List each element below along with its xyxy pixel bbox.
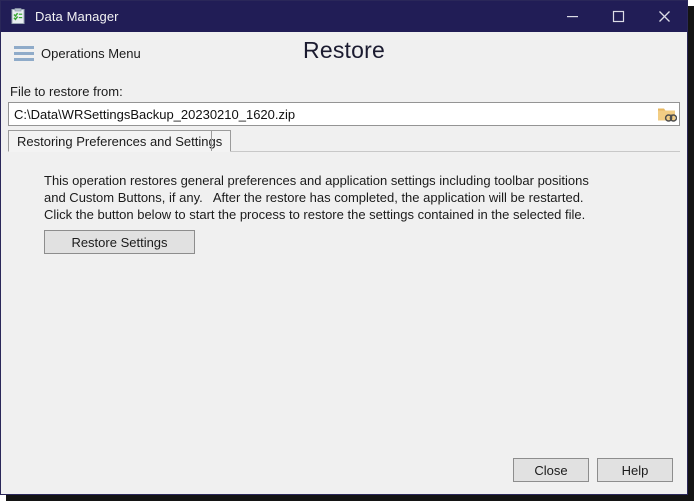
file-path-input[interactable]: [9, 103, 655, 125]
tab-restoring-preferences-and-settings[interactable]: Restoring Preferences and Settings: [8, 130, 232, 152]
minimize-button[interactable]: [549, 1, 595, 32]
panel-description: This operation restores general preferen…: [44, 173, 593, 222]
tab-strip: Restoring Preferences and Settings: [8, 130, 680, 152]
window-controls: [549, 1, 687, 32]
page-title: Restore: [303, 37, 385, 63]
clipboard-check-icon: [10, 8, 26, 25]
file-path-field-wrapper: [8, 102, 680, 126]
application-window: Data Manager Operations Menu Restore Fil…: [0, 0, 688, 495]
tab-panel: This operation restores general preferen…: [8, 152, 680, 438]
maximize-button[interactable]: [595, 1, 641, 32]
window-title: Data Manager: [35, 9, 119, 24]
close-dialog-button[interactable]: Close: [513, 458, 589, 482]
title-bar: Data Manager: [1, 1, 687, 32]
help-button[interactable]: Help: [597, 458, 673, 482]
file-to-restore-label: File to restore from:: [10, 84, 123, 99]
menu-row: Operations Menu Restore: [1, 32, 687, 74]
close-button[interactable]: [641, 1, 687, 32]
restore-settings-button[interactable]: Restore Settings: [44, 230, 195, 254]
tab-divider: [211, 131, 212, 151]
tab-label: Restoring Preferences and Settings: [17, 133, 223, 149]
folder-search-icon[interactable]: [655, 103, 679, 125]
